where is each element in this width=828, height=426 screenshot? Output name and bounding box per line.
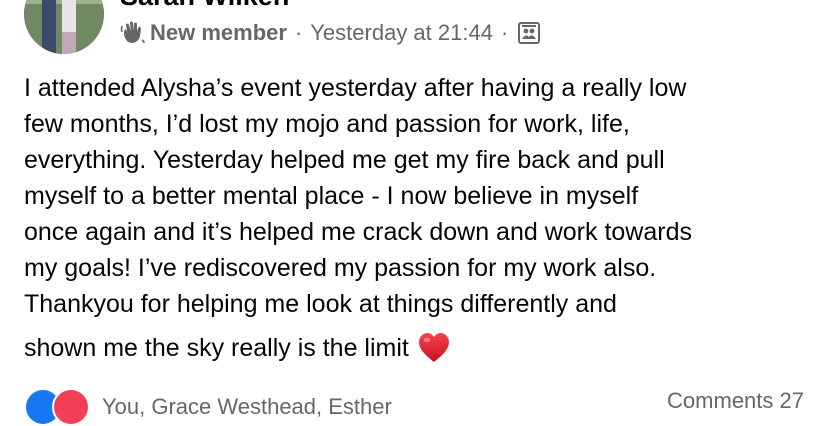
post-body-line: I attended Alysha’s event yesterday afte… [24,74,687,102]
reactions-summary[interactable]: You, Grace Westhead, Esther [24,388,392,426]
group-post: Sarah Wilken New member · Yesterday at 2… [0,0,828,426]
reactions-text[interactable]: You, Grace Westhead, Esther [102,394,392,420]
author-name[interactable]: Sarah Wilken [120,0,289,12]
post-body-line: few months, I’d lost my mojo and passion… [24,110,630,138]
group-audience-icon[interactable] [518,22,541,44]
author-avatar[interactable] [24,0,104,54]
waving-hand-icon [120,20,146,46]
post-meta: New member · Yesterday at 21:44 · [120,18,541,48]
post-body-line: once again and it’s helped me crack down… [24,218,692,246]
meta-separator: · [500,20,509,45]
more-options-icon[interactable] [768,0,808,6]
post-body-line: my goals! I’ve rediscovered my passion f… [24,254,657,282]
post-body-line: shown me the sky really is the limit [24,334,409,362]
meta-separator: · [294,20,303,45]
post-body-last-line: shown me the sky really is the limit [24,330,814,366]
post-body-line: myself to a better mental place - I now … [24,182,639,210]
red-heart-icon [417,331,451,365]
love-reaction-icon [52,388,90,426]
post-body-line: Thankyou for helping me look at things d… [24,290,617,318]
post-body-line: everything. Yesterday helped me get my f… [24,146,665,174]
comments-count[interactable]: Comments 27 [667,388,804,414]
member-badge[interactable]: New member [150,20,287,46]
avatar-photo [24,0,104,54]
post-body: I attended Alysha’s event yesterday afte… [24,70,814,366]
post-timestamp[interactable]: Yesterday at 21:44 [310,20,493,46]
